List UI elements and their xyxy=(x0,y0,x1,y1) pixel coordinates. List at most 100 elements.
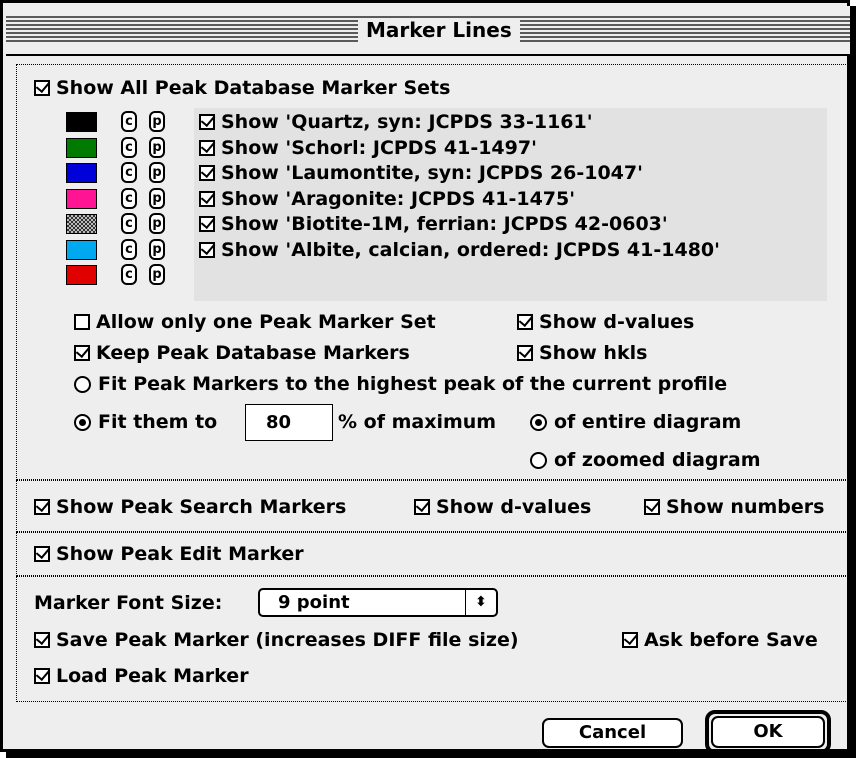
peak-search-label: Show Peak Search Markers xyxy=(56,496,347,518)
allow-one-marker-set-checkbox[interactable]: Allow only one Peak Marker Set xyxy=(74,310,436,334)
checkbox-icon xyxy=(34,499,50,515)
marker-color-swatch[interactable] xyxy=(66,188,97,209)
radio-icon xyxy=(530,451,547,469)
checkbox-icon xyxy=(199,190,215,207)
marker-color-swatch[interactable] xyxy=(66,265,97,285)
marker-set-show-checkbox[interactable]: Show 'Laumontite, syn: JCPDS 26-1047' xyxy=(199,161,643,185)
entire-diagram-radio[interactable]: of entire diagram xyxy=(530,410,741,434)
checkbox-icon xyxy=(34,546,50,562)
title-bar-top-pad xyxy=(6,6,850,16)
show-peak-edit-marker-checkbox[interactable]: Show Peak Edit Marker xyxy=(34,542,304,566)
fit-highest-peak-radio[interactable]: Fit Peak Markers to the highest peak of … xyxy=(74,372,727,396)
marker-set-p-button[interactable]: p xyxy=(149,213,165,234)
radio-icon xyxy=(74,375,91,393)
marker-color-swatch[interactable] xyxy=(66,137,97,158)
popup-arrows-icon: ⬍ xyxy=(465,590,496,615)
marker-set-show-checkbox[interactable]: Show 'Schorl: JCPDS 41-1497' xyxy=(199,136,537,160)
marker-set-show-checkbox[interactable]: Show 'Aragonite: JCPDS 41-1475' xyxy=(199,187,575,211)
checkbox-icon xyxy=(34,668,50,684)
title-bar[interactable]: Marker Lines xyxy=(6,6,850,56)
marker-set-c-button[interactable]: c xyxy=(121,162,137,183)
marker-set-c-button[interactable]: c xyxy=(121,238,137,260)
keep-peak-database-markers-checkbox[interactable]: Keep Peak Database Markers xyxy=(74,341,410,365)
checkbox-icon xyxy=(199,114,215,130)
marker-set-p-button[interactable]: p xyxy=(149,111,165,132)
checkbox-icon xyxy=(414,499,430,515)
checkbox-icon xyxy=(74,345,90,361)
marker-set-show-checkbox[interactable]: Show 'Albite, calcian, ordered: JCPDS 41… xyxy=(199,238,720,262)
marker-set-label: Show 'Laumontite, syn: JCPDS 26-1047' xyxy=(221,162,643,184)
window-shadow-right xyxy=(850,6,856,758)
marker-set-show-checkbox[interactable]: Show 'Biotite-1M, ferrian: JCPDS 42-0603… xyxy=(199,212,668,236)
marker-color-swatch[interactable] xyxy=(66,214,97,234)
checkbox-icon xyxy=(199,165,215,181)
load-label: Load Peak Marker xyxy=(56,665,249,687)
checkbox-icon xyxy=(517,314,533,330)
fit-them-to-radio[interactable]: Fit them to xyxy=(74,410,217,434)
marker-set-c-button[interactable]: c xyxy=(121,213,137,234)
load-peak-marker-checkbox[interactable]: Load Peak Marker xyxy=(34,664,249,688)
marker-set-show-checkbox[interactable]: Show 'Quartz, syn: JCPDS 33-1161' xyxy=(199,110,593,134)
fit-percent-input[interactable]: 80 xyxy=(245,404,333,441)
checkbox-icon xyxy=(34,632,50,648)
checkbox-icon xyxy=(622,632,638,648)
radio-icon xyxy=(74,413,91,431)
checkbox-icon xyxy=(199,216,215,232)
marker-set-p-button[interactable]: p xyxy=(149,238,165,260)
ask-label: Ask before Save xyxy=(644,629,818,651)
font-size-label: Marker Font Size: xyxy=(34,592,223,614)
marker-set-c-button[interactable]: c xyxy=(121,187,137,209)
marker-set-p-button[interactable]: p xyxy=(149,187,165,209)
marker-set-p-button[interactable]: p xyxy=(149,264,165,285)
marker-set-c-button[interactable]: c xyxy=(121,111,137,132)
marker-set-p-button[interactable]: p xyxy=(149,162,165,183)
checkbox-icon xyxy=(34,80,50,96)
show-hkls-label: Show hkls xyxy=(539,342,648,364)
marker-set-c-button[interactable]: c xyxy=(121,136,137,158)
peak-edit-label: Show Peak Edit Marker xyxy=(56,543,304,565)
font-size-popup[interactable]: 9 point ⬍ xyxy=(258,588,498,617)
save-label: Save Peak Marker (increases DIFF file si… xyxy=(56,629,519,651)
marker-set-c-button[interactable]: c xyxy=(121,264,137,285)
checkbox-icon xyxy=(644,499,660,515)
percent-of-maximum-label: % of maximum xyxy=(338,411,497,433)
marker-set-label: Show 'Aragonite: JCPDS 41-1475' xyxy=(221,187,576,210)
marker-set-label: Show 'Schorl: JCPDS 41-1497' xyxy=(221,136,537,159)
save-peak-marker-checkbox[interactable]: Save Peak Marker (increases DIFF file si… xyxy=(34,628,519,652)
allow-one-label: Allow only one Peak Marker Set xyxy=(96,311,436,333)
db-show-dvalues-checkbox[interactable]: Show d-values xyxy=(517,310,694,334)
show-hkls-checkbox[interactable]: Show hkls xyxy=(517,341,647,365)
search-show-dvalues-checkbox[interactable]: Show d-values xyxy=(414,495,591,519)
fit-them-label: Fit them to xyxy=(98,411,218,433)
checkbox-icon xyxy=(199,241,215,258)
font-size-value: 9 point xyxy=(278,592,350,613)
show-peak-search-markers-checkbox[interactable]: Show Peak Search Markers xyxy=(34,495,346,519)
title-bar-bottom-pad xyxy=(6,44,850,54)
db-show-dvalues-label: Show d-values xyxy=(539,311,695,333)
window-title: Marker Lines xyxy=(358,18,520,42)
checkbox-icon xyxy=(74,314,90,330)
show-all-label: Show All Peak Database Marker Sets xyxy=(56,77,451,99)
marker-set-p-button[interactable]: p xyxy=(149,136,165,158)
checkbox-icon xyxy=(517,345,533,361)
checkbox-icon xyxy=(199,139,215,156)
ok-button[interactable]: OK xyxy=(711,716,825,748)
cancel-button[interactable]: Cancel xyxy=(542,718,683,748)
marker-color-swatch[interactable] xyxy=(66,112,97,132)
show-all-peak-database-checkbox[interactable]: Show All Peak Database Marker Sets xyxy=(34,76,450,100)
marker-color-swatch[interactable] xyxy=(66,163,97,183)
fit-highest-label: Fit Peak Markers to the highest peak of … xyxy=(98,373,728,395)
marker-set-label: Show 'Quartz, syn: JCPDS 33-1161' xyxy=(221,111,593,133)
numbers-label: Show numbers xyxy=(666,496,825,518)
marker-set-label: Show 'Biotite-1M, ferrian: JCPDS 42-0603… xyxy=(221,213,668,235)
show-numbers-checkbox[interactable]: Show numbers xyxy=(644,495,824,519)
zoomed-label: of zoomed diagram xyxy=(554,449,761,471)
keep-label: Keep Peak Database Markers xyxy=(96,342,410,364)
zoomed-diagram-radio[interactable]: of zoomed diagram xyxy=(530,448,761,472)
marker-set-label: Show 'Albite, calcian, ordered: JCPDS 41… xyxy=(221,238,720,261)
marker-color-swatch[interactable] xyxy=(66,239,97,260)
ask-before-save-checkbox[interactable]: Ask before Save xyxy=(622,628,818,652)
search-dvalues-label: Show d-values xyxy=(436,496,592,518)
radio-icon xyxy=(530,413,547,431)
entire-label: of entire diagram xyxy=(554,411,742,433)
